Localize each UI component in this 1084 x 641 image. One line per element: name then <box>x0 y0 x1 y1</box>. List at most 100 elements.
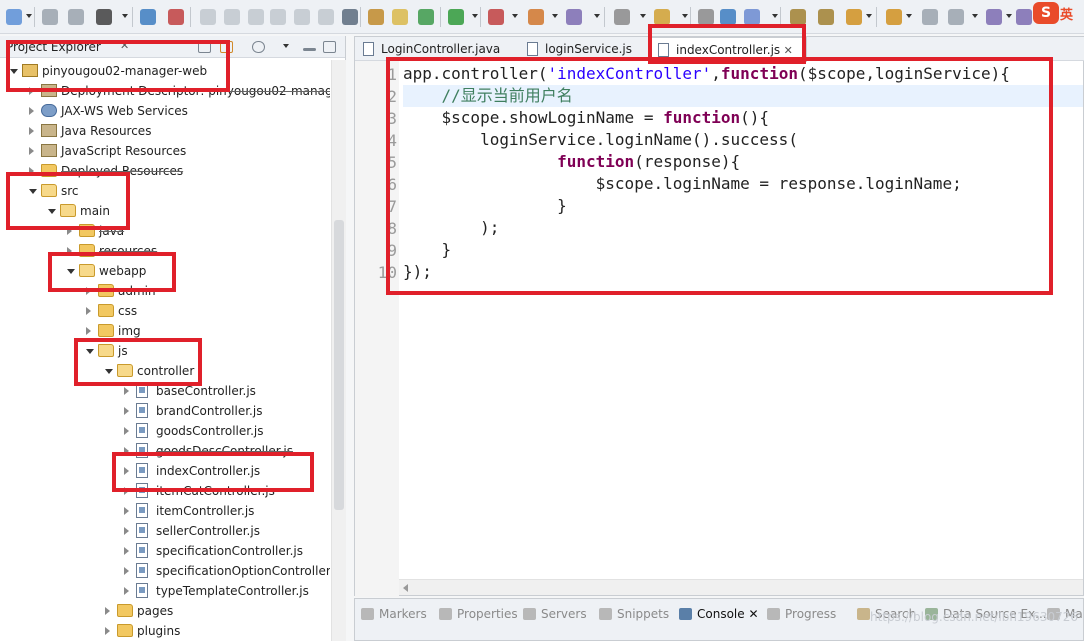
expanded-arrow-icon[interactable] <box>67 269 75 274</box>
toolbar-tool-1-icon[interactable] <box>6 9 22 25</box>
tree-item[interactable]: Deployed Resources <box>0 161 330 181</box>
tree-item[interactable]: goodsDescController.js <box>0 441 330 461</box>
tree-item[interactable]: brandController.js <box>0 401 330 421</box>
toolbar-chevron-down-icon[interactable] <box>640 14 646 18</box>
toolbar-tool-14-icon[interactable] <box>368 9 384 25</box>
toolbar-tool-31-icon[interactable] <box>948 9 964 25</box>
bottom-tab[interactable]: Markers <box>361 605 427 623</box>
expanded-arrow-icon[interactable] <box>105 369 113 374</box>
project-explorer-close-icon[interactable]: ✕ <box>120 39 129 52</box>
toolbar-tool-18-icon[interactable] <box>488 9 504 25</box>
tree-item[interactable]: sellerController.js <box>0 521 330 541</box>
collapsed-arrow-icon[interactable] <box>124 587 129 595</box>
toolbar-tool-20-icon[interactable] <box>566 9 582 25</box>
toolbar-chevron-down-icon[interactable] <box>552 14 558 18</box>
tree-item[interactable]: img <box>0 321 330 341</box>
collapsed-arrow-icon[interactable] <box>86 307 91 315</box>
collapsed-arrow-icon[interactable] <box>86 287 91 295</box>
tree-item[interactable]: java <box>0 221 330 241</box>
toolbar-chevron-down-icon[interactable] <box>972 14 978 18</box>
tree-scrollbar-thumb[interactable] <box>334 220 344 510</box>
expanded-arrow-icon[interactable] <box>48 209 56 214</box>
toolbar-tool-12-icon[interactable] <box>318 9 334 25</box>
tree-item[interactable]: Java Resources <box>0 121 330 141</box>
bottom-tab[interactable]: Console ✕ <box>679 605 759 623</box>
tree-item[interactable]: JavaScript Resources <box>0 141 330 161</box>
tree-item[interactable]: controller <box>0 361 330 381</box>
tree-item[interactable]: webapp <box>0 261 330 281</box>
collapsed-arrow-icon[interactable] <box>124 427 129 435</box>
collapsed-arrow-icon[interactable] <box>124 507 129 515</box>
collapsed-arrow-icon[interactable] <box>105 607 110 615</box>
toolbar-chevron-down-icon[interactable] <box>906 14 912 18</box>
expanded-arrow-icon[interactable] <box>10 69 18 74</box>
tree-item[interactable]: css <box>0 301 330 321</box>
tree-item[interactable]: Deployment Descriptor: pinyougou02-manag… <box>0 81 330 101</box>
toolbar-tool-24-icon[interactable] <box>720 9 736 25</box>
tab-close-icon[interactable]: ✕ <box>780 44 793 57</box>
toolbar-tool-33-icon[interactable] <box>1016 9 1032 25</box>
bottom-tab[interactable]: Servers <box>523 605 587 623</box>
expanded-arrow-icon[interactable] <box>86 349 94 354</box>
toolbar-tool-4-icon[interactable] <box>96 9 112 25</box>
toolbar-chevron-down-icon[interactable] <box>512 14 518 18</box>
collapsed-arrow-icon[interactable] <box>124 567 129 575</box>
toolbar-tool-22-icon[interactable] <box>654 9 670 25</box>
tree-vertical-scrollbar[interactable] <box>331 60 346 641</box>
toolbar-tool-21-icon[interactable] <box>614 9 630 25</box>
tree-item[interactable]: admin <box>0 281 330 301</box>
bottom-tab[interactable]: Progress <box>767 605 836 623</box>
tree-item[interactable]: js <box>0 341 330 361</box>
code-area[interactable]: app.controller('indexController',functio… <box>403 61 1083 581</box>
maximize-icon[interactable] <box>323 41 336 53</box>
collapsed-arrow-icon[interactable] <box>29 147 34 155</box>
toolbar-chevron-down-icon[interactable] <box>866 14 872 18</box>
toolbar-tool-16-icon[interactable] <box>418 9 434 25</box>
tree-item[interactable]: itemController.js <box>0 501 330 521</box>
scroll-left-arrow-icon[interactable] <box>403 584 408 592</box>
minimize-icon[interactable] <box>303 48 316 51</box>
toolbar-tool-28-icon[interactable] <box>846 9 862 25</box>
bottom-tab[interactable]: Properties <box>439 605 518 623</box>
tree-item[interactable]: pages <box>0 601 330 621</box>
ime-logo-icon[interactable]: S <box>1033 2 1059 24</box>
collapsed-arrow-icon[interactable] <box>29 107 34 115</box>
collapsed-arrow-icon[interactable] <box>67 247 72 255</box>
toolbar-tool-29-icon[interactable] <box>886 9 902 25</box>
collapsed-arrow-icon[interactable] <box>124 467 129 475</box>
toolbar-tool-11-icon[interactable] <box>294 9 310 25</box>
toolbar-tool-5-icon[interactable] <box>140 9 156 25</box>
tree-item[interactable]: resources <box>0 241 330 261</box>
tree-item[interactable]: main <box>0 201 330 221</box>
collapsed-arrow-icon[interactable] <box>124 487 129 495</box>
collapsed-arrow-icon[interactable] <box>124 547 129 555</box>
collapsed-arrow-icon[interactable] <box>29 167 34 175</box>
tree-item[interactable]: typeTemplateController.js <box>0 581 330 601</box>
collapsed-arrow-icon[interactable] <box>124 387 129 395</box>
collapsed-arrow-icon[interactable] <box>124 407 129 415</box>
toolbar-chevron-down-icon[interactable] <box>472 14 478 18</box>
tree-item[interactable]: baseController.js <box>0 381 330 401</box>
toolbar-chevron-down-icon[interactable] <box>682 14 688 18</box>
toolbar-tool-27-icon[interactable] <box>818 9 834 25</box>
toolbar-chevron-down-icon[interactable] <box>122 14 128 18</box>
toolbar-chevron-down-icon[interactable] <box>1006 14 1012 18</box>
expanded-arrow-icon[interactable] <box>29 189 37 194</box>
tree-item[interactable]: itemCatController.js <box>0 481 330 501</box>
tree-item[interactable]: src <box>0 181 330 201</box>
toolbar-tool-2-icon[interactable] <box>42 9 58 25</box>
toolbar-tool-25-icon[interactable] <box>744 9 760 25</box>
toolbar-tool-15-icon[interactable] <box>392 9 408 25</box>
editor-horizontal-scrollbar[interactable] <box>399 579 1083 595</box>
editor-tab[interactable]: LoginController.java <box>357 37 519 61</box>
collapsed-arrow-icon[interactable] <box>124 527 129 535</box>
toolbar-tool-26-icon[interactable] <box>790 9 806 25</box>
collapsed-arrow-icon[interactable] <box>105 627 110 635</box>
tree-item[interactable]: specificationController.js <box>0 541 330 561</box>
toolbar-tool-10-icon[interactable] <box>270 9 286 25</box>
toolbar-tool-9-icon[interactable] <box>248 9 264 25</box>
toolbar-chevron-down-icon[interactable] <box>594 14 600 18</box>
tree-item[interactable]: JAX-WS Web Services <box>0 101 330 121</box>
link-editor-icon[interactable] <box>220 41 233 53</box>
editor-tab[interactable]: loginService.js <box>521 37 647 61</box>
